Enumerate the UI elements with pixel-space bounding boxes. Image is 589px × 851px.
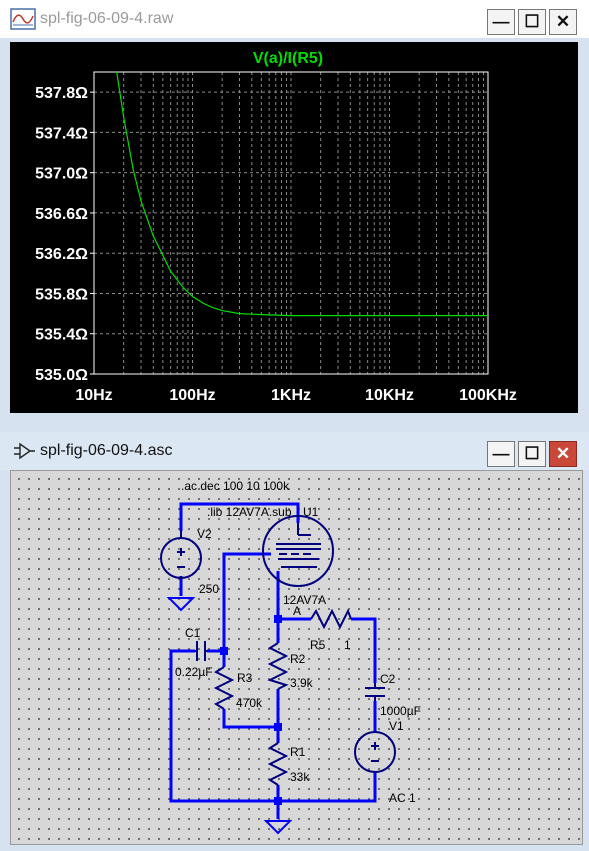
lib-directive[interactable]: .lib 12AV7A.sub xyxy=(207,505,292,519)
opamp-symbol-icon xyxy=(10,440,36,462)
y-tick-label: 535.0Ω xyxy=(35,367,88,384)
schematic-svg: .ac dec 100 10 100k .lib 12AV7A.sub U1 V… xyxy=(160,479,421,835)
v1-value-label: AC 1 xyxy=(389,791,416,805)
ground-symbol-main xyxy=(263,820,293,835)
v2-name-label: V2 xyxy=(197,527,212,541)
resistor-r1-symbol xyxy=(267,742,289,786)
waveform-icon xyxy=(10,8,36,30)
x-tick-label: 100Hz xyxy=(169,387,215,404)
close-button[interactable]: ✕ xyxy=(549,9,577,35)
resistor-r3-symbol xyxy=(213,666,235,710)
ac-directive[interactable]: .ac dec 100 10 100k xyxy=(181,479,290,493)
v1-source-symbol xyxy=(354,731,396,773)
r3-value-label: 470k xyxy=(236,696,263,710)
schematic-canvas[interactable]: .ac dec 100 10 100k .lib 12AV7A.sub U1 V… xyxy=(10,470,583,845)
c1-value-label: 0.22µF xyxy=(175,665,213,679)
y-tick-label: 537.4Ω xyxy=(35,125,88,142)
maximize-button[interactable]: ☐ xyxy=(518,441,546,467)
r5-name-label: R5 xyxy=(310,638,326,652)
r5-value-label: 1 xyxy=(344,638,351,652)
u1-name-label: U1 xyxy=(303,505,319,519)
resistor-r5-symbol xyxy=(310,608,352,630)
plot-window-title: spl-fig-06-09-4.raw xyxy=(40,10,174,27)
minimize-button[interactable]: — xyxy=(487,9,515,35)
junctions xyxy=(220,615,282,805)
waveform-plot[interactable]: V(a)/I(R5) 535.0Ω 535.4Ω 535.8Ω 536.2Ω 536.6… xyxy=(10,42,578,413)
y-tick-label: 536.6Ω xyxy=(35,206,88,223)
c1-name-label: C1 xyxy=(185,626,201,640)
x-tick-label: 10Hz xyxy=(75,387,112,404)
r2-name-label: R2 xyxy=(290,652,306,666)
chart-grid xyxy=(94,72,488,374)
r2-value-label: 3.9k xyxy=(290,676,314,690)
v2-value-label: 250 xyxy=(199,582,219,596)
r1-value-label: 33k xyxy=(290,770,310,784)
r1-name-label: R1 xyxy=(290,745,306,759)
u1-value-label: 12AV7A xyxy=(283,593,326,607)
c2-value-label: 1000µF xyxy=(380,704,421,718)
chart-series xyxy=(116,71,488,317)
plot-window-titlebar[interactable]: spl-fig-06-09-4.raw — ☐ ✕ xyxy=(0,0,589,38)
r3-name-label: R3 xyxy=(237,671,253,685)
x-tick-label: 10KHz xyxy=(365,387,414,404)
v1-name-label: V1 xyxy=(389,719,404,733)
close-button[interactable]: ✕ xyxy=(549,441,577,467)
y-tick-label: 537.8Ω xyxy=(35,85,88,102)
chart-title: V(a)/I(R5) xyxy=(253,50,323,67)
plot-window: spl-fig-06-09-4.raw — ☐ ✕ V(a)/I(R5) 535… xyxy=(0,0,589,420)
node-a-label: A xyxy=(293,604,301,618)
v2-source-symbol xyxy=(160,537,202,579)
y-tick-label: 537.0Ω xyxy=(35,166,88,183)
series-line[interactable] xyxy=(116,71,488,317)
chart-svg: V(a)/I(R5) 535.0Ω 535.4Ω 535.8Ω 536.2Ω 536.6… xyxy=(35,50,517,404)
schematic-window-titlebar[interactable]: spl-fig-06-09-4.asc — ☐ ✕ xyxy=(0,432,589,470)
x-tick-label: 1KHz xyxy=(271,387,311,404)
capacitor-c1-symbol xyxy=(195,641,207,661)
minimize-button[interactable]: — xyxy=(487,441,515,467)
resistor-r2-symbol xyxy=(267,642,289,690)
y-tick-label: 535.8Ω xyxy=(35,286,88,303)
ground-symbol-v2 xyxy=(166,597,196,612)
y-tick-label: 536.2Ω xyxy=(35,246,88,263)
maximize-button[interactable]: ☐ xyxy=(518,9,546,35)
y-tick-label: 535.4Ω xyxy=(35,327,88,344)
c2-name-label: C2 xyxy=(380,672,396,686)
schematic-window-title: spl-fig-06-09-4.asc xyxy=(40,442,173,459)
x-tick-label: 100KHz xyxy=(459,387,517,404)
